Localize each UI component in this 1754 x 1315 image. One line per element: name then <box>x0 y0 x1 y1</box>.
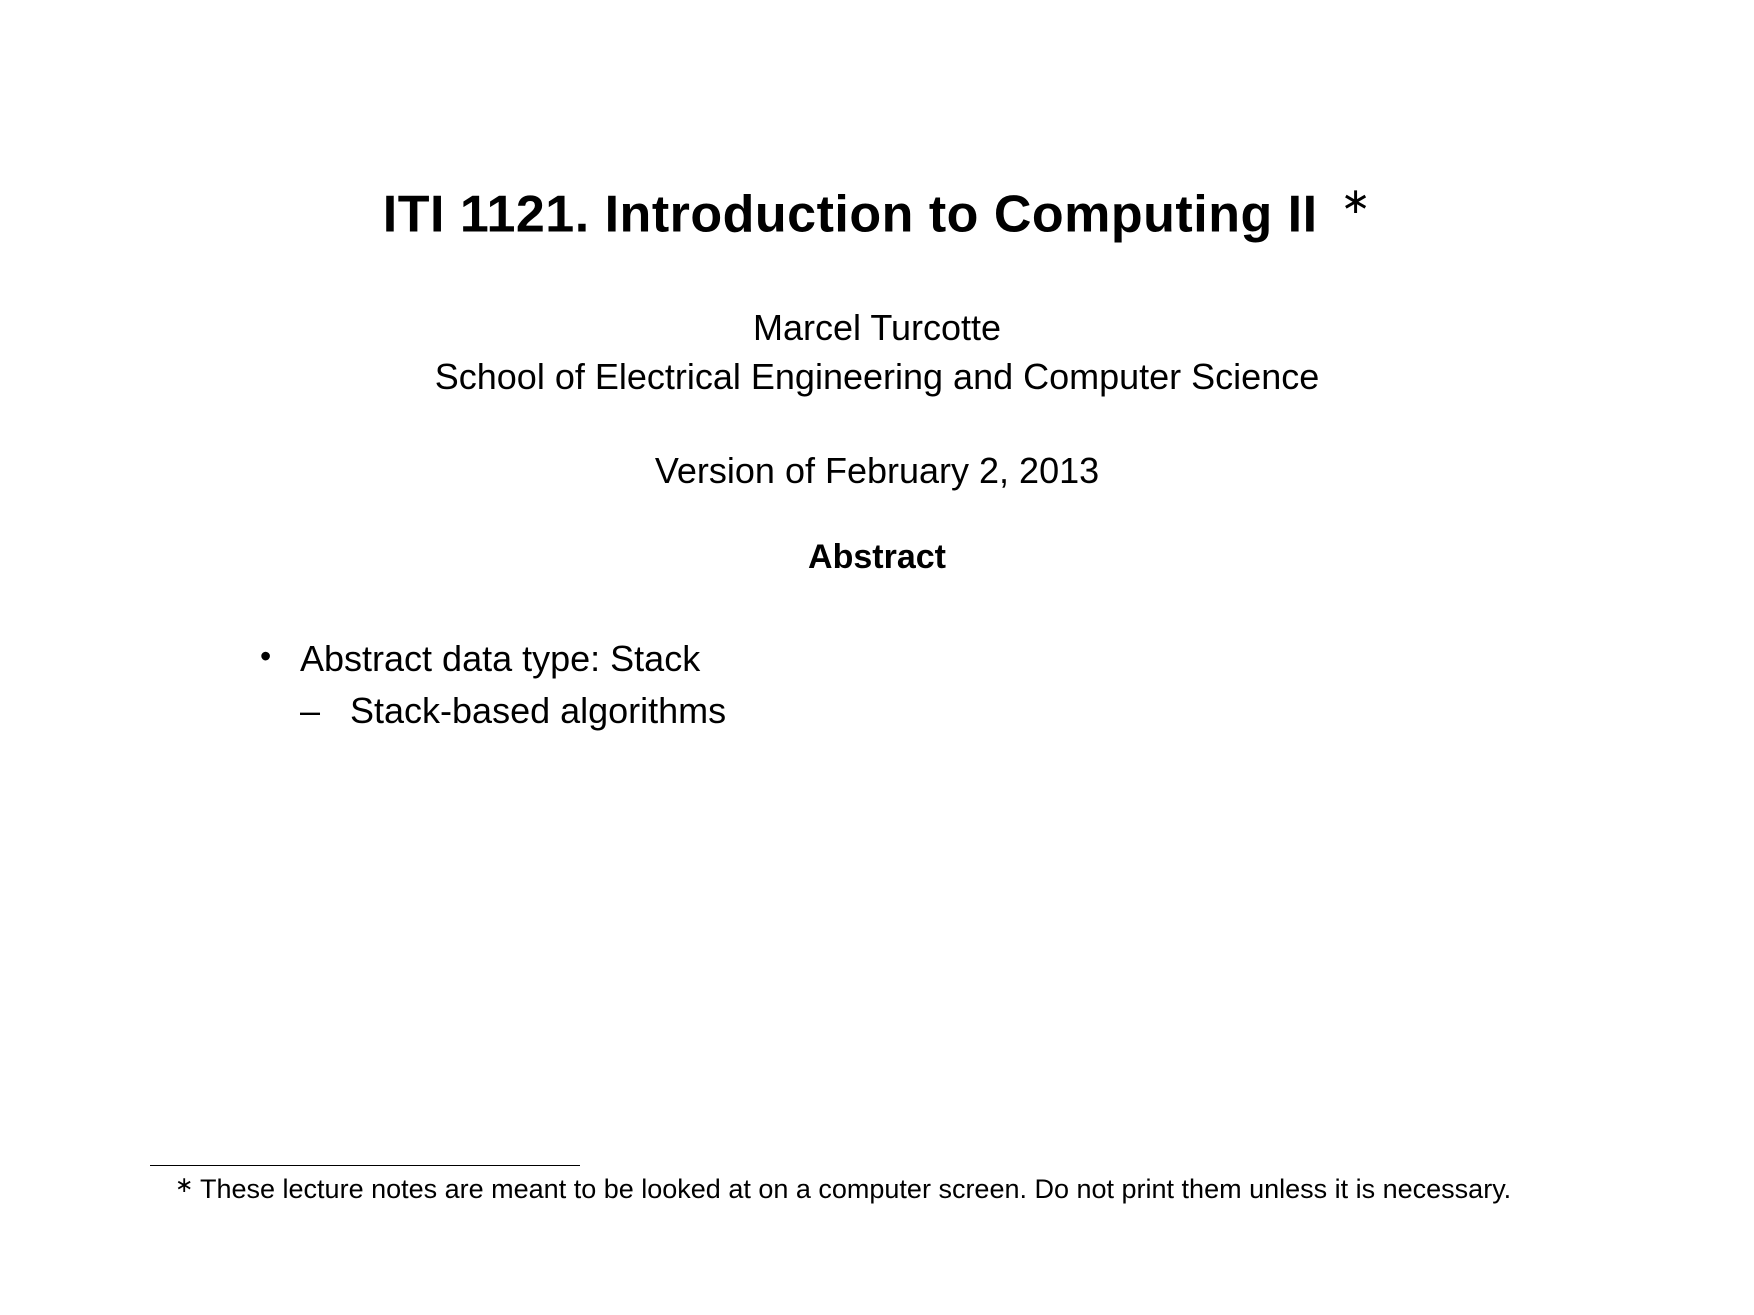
list-subitem: – Stack-based algorithms <box>260 685 1604 737</box>
author-block: Marcel Turcotte School of Electrical Eng… <box>150 304 1604 401</box>
version-line: Version of February 2, 2013 <box>150 450 1604 492</box>
footnote-text-line: ∗ These lecture notes are meant to be lo… <box>150 1174 1604 1205</box>
footnote-text: These lecture notes are meant to be look… <box>200 1174 1511 1204</box>
author-name: Marcel Turcotte <box>150 304 1604 353</box>
list-item: • Abstract data type: Stack <box>260 633 1604 685</box>
document-title-line: ITI 1121. Introduction to Computing II ∗ <box>150 180 1604 244</box>
footnote-rule <box>150 1165 580 1166</box>
author-affiliation: School of Electrical Engineering and Com… <box>150 353 1604 402</box>
footnote-symbol: ∗ <box>175 1172 193 1198</box>
document-page: ITI 1121. Introduction to Computing II ∗… <box>0 0 1754 1315</box>
title-footnote-mark: ∗ <box>1341 180 1372 221</box>
list-subitem-text: Stack-based algorithms <box>350 690 726 731</box>
abstract-list: • Abstract data type: Stack – Stack-base… <box>260 633 1604 737</box>
abstract-heading: Abstract <box>150 538 1604 577</box>
list-item-text: Abstract data type: Stack <box>300 638 700 679</box>
dash-icon: – <box>300 685 320 737</box>
bullet-icon: • <box>260 633 271 679</box>
footnote-block: ∗ These lecture notes are meant to be lo… <box>150 1165 1604 1205</box>
document-title: ITI 1121. Introduction to Computing II <box>383 185 1318 243</box>
